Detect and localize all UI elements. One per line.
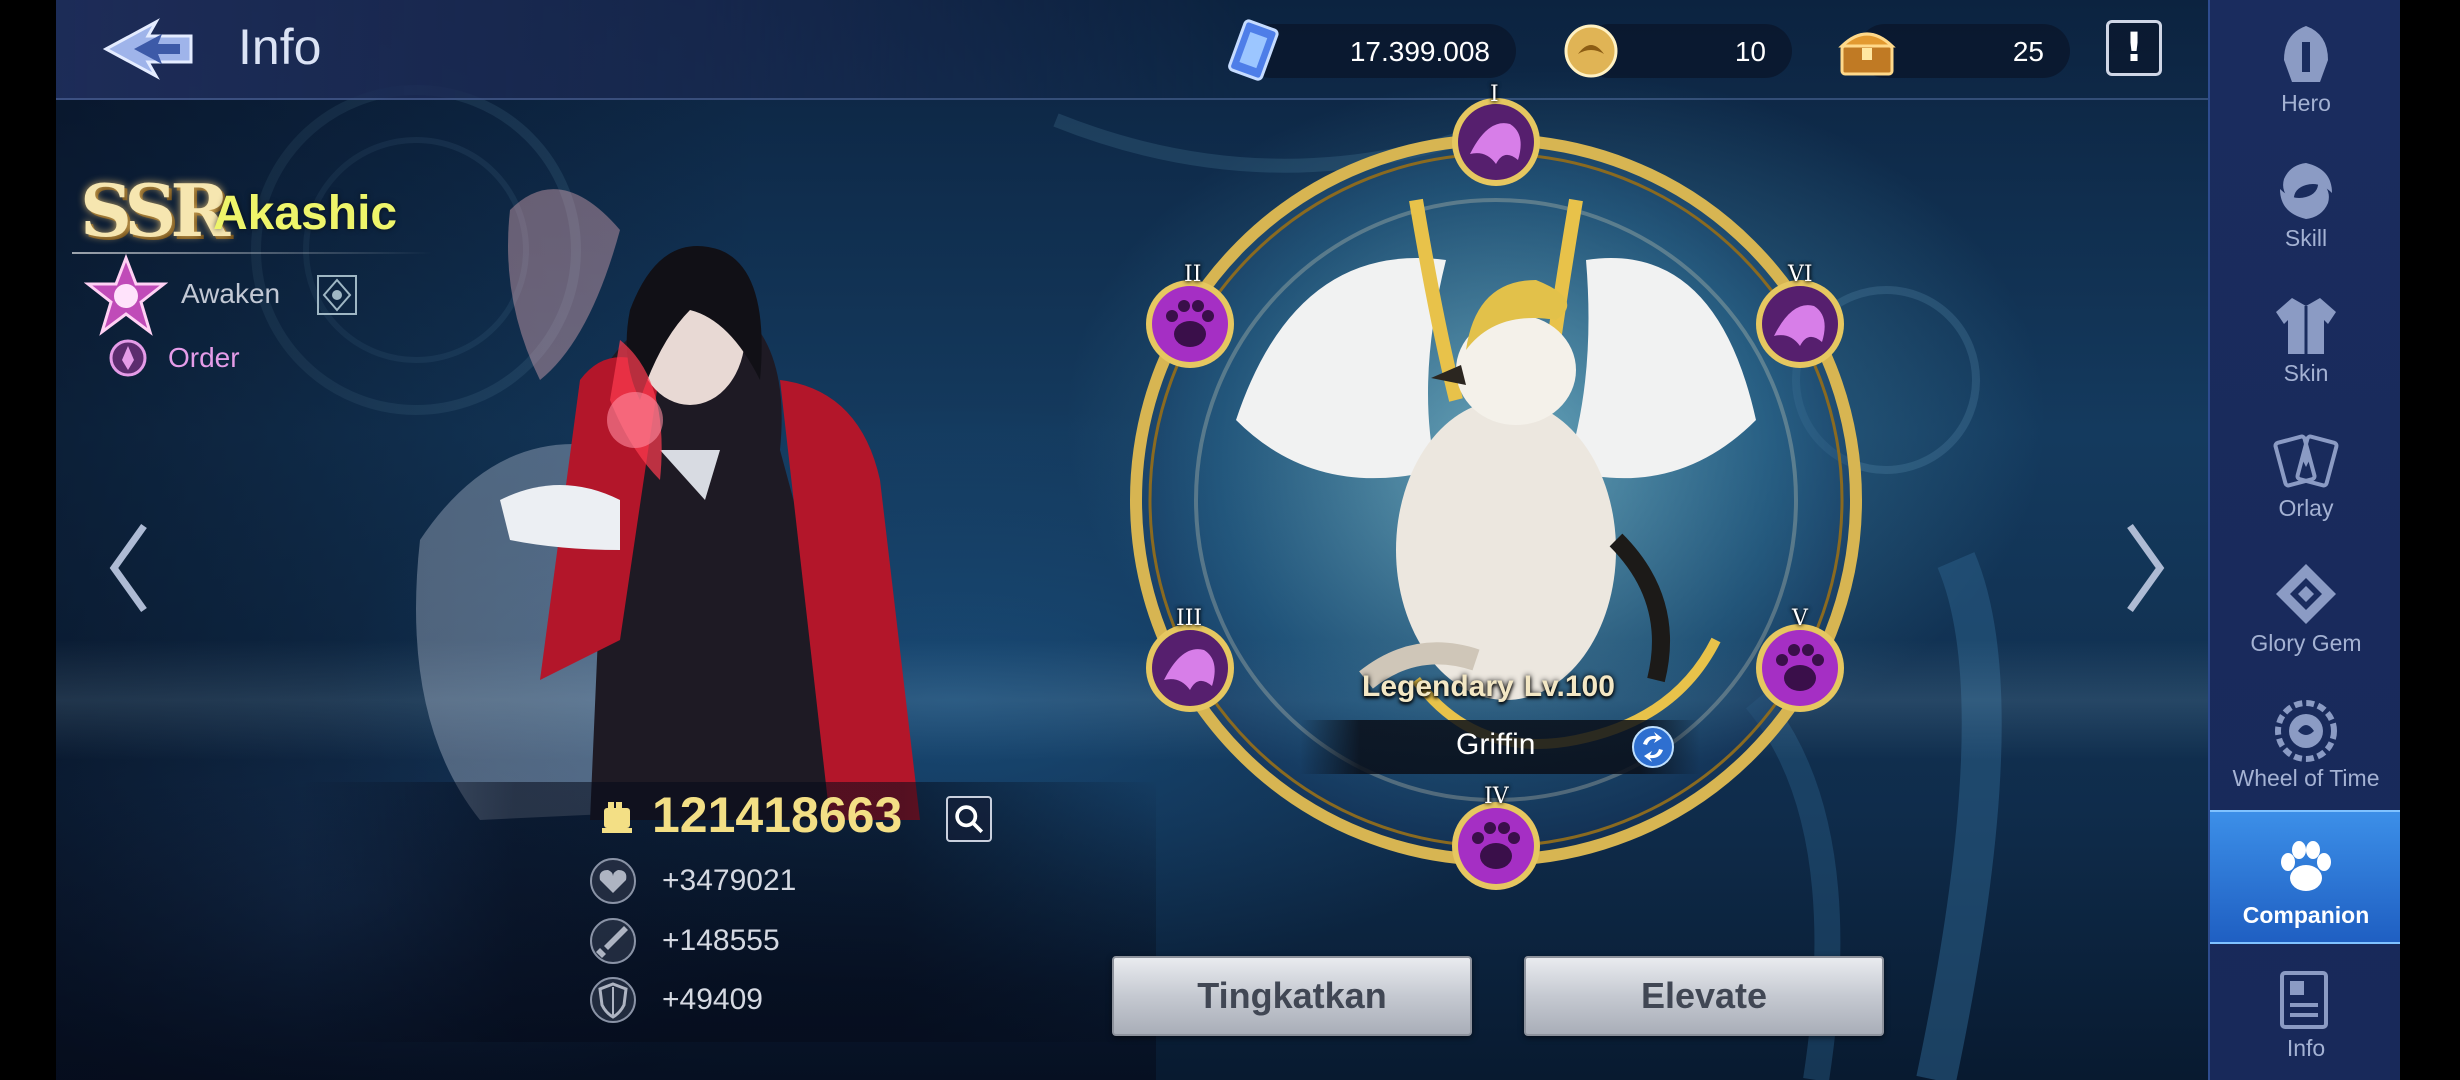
notice-button[interactable]: ! [2106, 20, 2162, 76]
sidebar-item-label: Wheel of Time [2232, 765, 2380, 791]
awaken-info-icon[interactable] [314, 272, 360, 318]
glory-gem-icon [2276, 564, 2336, 624]
node-numeral: II [1184, 262, 1202, 287]
elevate-button[interactable]: Elevate [1524, 956, 1884, 1036]
companion-name: Griffin [1456, 728, 1536, 761]
search-icon[interactable] [946, 796, 992, 842]
back-arrow-icon[interactable] [96, 14, 206, 84]
awaken-label: Awaken [181, 278, 281, 309]
previous-hero-arrow-icon[interactable] [104, 518, 154, 618]
companion-level: Lv.100 [1523, 670, 1615, 703]
sidebar-item-companion[interactable]: Companion [2210, 810, 2402, 944]
node-numeral: III [1176, 606, 1203, 631]
sidebar-item-label: Companion [2242, 902, 2370, 928]
hero-helmet-icon [2284, 26, 2328, 82]
sidebar-item-label: Info [2286, 1035, 2326, 1061]
sidebar-item-orlay[interactable]: Orlay [2210, 405, 2402, 539]
info-book-icon [2280, 971, 2328, 1029]
sidebar-item-hero[interactable]: Hero [2210, 0, 2402, 134]
defense-value: +49409 [662, 983, 763, 1016]
companion-rarity: Legendary [1362, 670, 1514, 703]
companion-node-5-paw-rune-icon[interactable] [1752, 620, 1848, 716]
sidebar-item-info[interactable]: Info [2210, 945, 2402, 1079]
skill-swirl-icon [2280, 163, 2332, 219]
sword-icon [590, 918, 636, 964]
currency-value: 25 [2012, 36, 2044, 67]
heart-icon [590, 858, 636, 904]
treasure-chest-icon [1838, 32, 1896, 76]
node-numeral: V [1792, 606, 1808, 631]
skin-jacket-icon [2276, 298, 2336, 354]
page-title: Info [238, 19, 322, 75]
shield-icon [590, 977, 636, 1023]
upgrade-button[interactable]: Tingkatkan [1112, 956, 1472, 1036]
companion-node-1-dark-beast-rune-icon[interactable] [1448, 94, 1544, 190]
sidebar-item-wheel-of-time[interactable]: Wheel of Time [2210, 675, 2402, 809]
screen-edge [2400, 0, 2460, 1080]
paw-icon [2281, 841, 2331, 891]
node-numeral: I [1490, 82, 1499, 107]
currency-crystal[interactable]: 17.399.008 [1228, 19, 1516, 81]
sidebar-item-glory-gem[interactable]: Glory Gem [2210, 540, 2402, 674]
combat-power-fist-icon [602, 802, 632, 833]
sidebar-item-label: Skill [2284, 225, 2328, 251]
currency-chest[interactable]: 25 [1838, 24, 2070, 78]
crystal-icon [1228, 19, 1279, 81]
sidebar-item-label: Glory Gem [2250, 630, 2362, 656]
swap-companion-icon[interactable] [1630, 724, 1676, 770]
companion-node-3-dark-beast-rune-icon[interactable] [1142, 620, 1238, 716]
sidebar-item-label: Skin [2283, 360, 2329, 386]
combat-power-value: 121418663 [652, 787, 903, 843]
hero-name: Akashic [213, 187, 398, 240]
sidebar-item-label: Hero [2281, 90, 2331, 116]
sidebar-item-skill[interactable]: Skill [2210, 135, 2402, 269]
companion-rarity-level: Legendary Lv.100 [1362, 670, 1615, 704]
currency-gold[interactable]: 10 [1564, 24, 1792, 78]
faction-label: Order [168, 342, 240, 373]
orlay-cards-icon [2273, 434, 2339, 488]
companion-node-2-paw-rune-icon[interactable] [1142, 276, 1238, 372]
currency-value: 17.399.008 [1349, 36, 1490, 67]
sidebar-item-skin[interactable]: Skin [2210, 270, 2402, 404]
companion-node-4-paw-rune-icon[interactable] [1448, 798, 1544, 894]
node-numeral: VI [1788, 262, 1813, 287]
rarity-badge: SSR [80, 168, 230, 253]
companion-node-6-dark-beast-rune-icon[interactable] [1752, 276, 1848, 372]
attack-value: +148555 [662, 924, 780, 957]
wheel-of-time-icon [2275, 700, 2337, 762]
hp-value: +3479021 [662, 864, 797, 897]
next-hero-arrow-icon[interactable] [2120, 518, 2170, 618]
node-numeral: IV [1484, 784, 1509, 809]
awaken-star-icon [84, 254, 168, 336]
hero-character-art [416, 189, 920, 820]
sidebar: Hero Skill Skin Orlay Glory Gem Wheel of… [2208, 0, 2402, 1080]
gold-coin-icon [1564, 24, 1618, 78]
order-faction-icon [109, 339, 147, 377]
sidebar-item-label: Orlay [2278, 495, 2334, 521]
currency-value: 10 [1734, 36, 1766, 67]
